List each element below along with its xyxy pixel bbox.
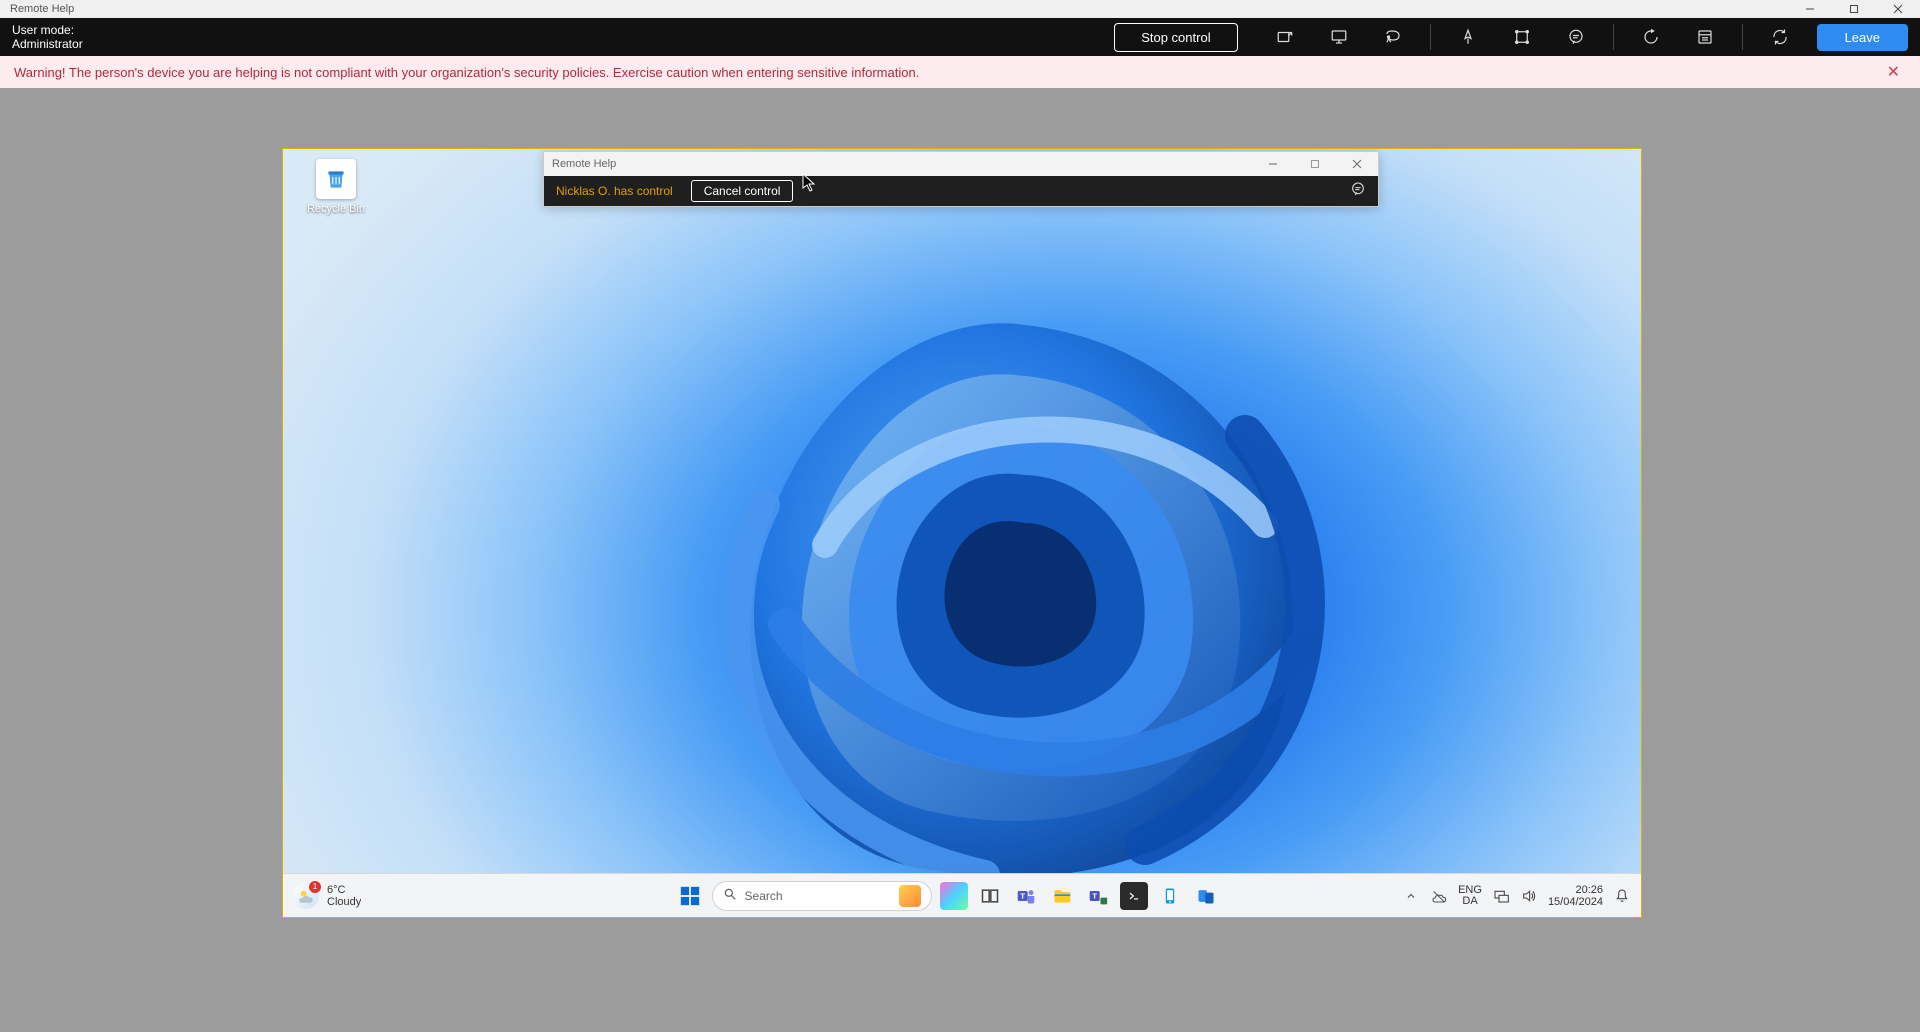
- compliance-warning-bar: Warning! The person's device you are hel…: [0, 56, 1920, 88]
- inner-minimize-button[interactable]: [1252, 152, 1294, 176]
- elevate-icon[interactable]: [1258, 22, 1312, 52]
- taskbar-app-company-portal[interactable]: [1156, 882, 1184, 910]
- fit-screen-icon[interactable]: [1495, 22, 1549, 52]
- user-mode-block: User mode: Administrator: [12, 23, 83, 51]
- user-mode-label: User mode:: [12, 23, 83, 37]
- tray-network-icon[interactable]: [1492, 887, 1510, 905]
- inner-close-button[interactable]: [1336, 152, 1378, 176]
- inner-titlebar[interactable]: Remote Help: [544, 152, 1378, 176]
- weather-widget[interactable]: 1 6°C Cloudy: [293, 883, 493, 909]
- inner-remote-help-window[interactable]: Remote Help Nicklas O. has control Cance…: [543, 151, 1379, 207]
- taskbar-app-teams-new[interactable]: T: [1084, 882, 1112, 910]
- tray-notifications-icon[interactable]: [1613, 887, 1631, 905]
- svg-text:T: T: [1020, 891, 1025, 900]
- monitor-icon[interactable]: [1312, 22, 1366, 52]
- language-top: ENG: [1458, 885, 1482, 896]
- refresh-icon[interactable]: [1753, 22, 1807, 52]
- tray-volume-icon[interactable]: [1520, 887, 1538, 905]
- inner-chat-icon[interactable]: [1350, 181, 1366, 202]
- taskbar-app-remote-help[interactable]: [1192, 882, 1220, 910]
- inner-maximize-button[interactable]: [1294, 152, 1336, 176]
- recycle-bin-label: Recycle Bin: [301, 203, 371, 215]
- remote-taskbar[interactable]: 1 6°C Cloudy Search T: [283, 873, 1641, 917]
- chat-icon[interactable]: [1549, 22, 1603, 52]
- recycle-bin-icon: [316, 159, 356, 199]
- maximize-button[interactable]: [1832, 0, 1876, 18]
- task-manager-icon[interactable]: [1678, 22, 1732, 52]
- stop-control-button[interactable]: Stop control: [1114, 23, 1237, 52]
- lasso-select-icon[interactable]: [1366, 22, 1420, 52]
- laser-pointer-icon[interactable]: [1441, 22, 1495, 52]
- app-title: Remote Help: [0, 3, 74, 15]
- control-status-text: Nicklas O. has control: [556, 184, 673, 198]
- inner-control-bar: Nicklas O. has control Cancel control: [544, 176, 1378, 206]
- app-titlebar: Remote Help: [0, 0, 1920, 18]
- user-mode-value: Administrator: [12, 37, 83, 51]
- weather-desc: Cloudy: [327, 896, 361, 908]
- taskbar-app-terminal[interactable]: [1120, 882, 1148, 910]
- restart-icon[interactable]: [1624, 22, 1678, 52]
- system-tray[interactable]: ENG DA 20:26 15/04/2024: [1402, 884, 1631, 908]
- cancel-control-button[interactable]: Cancel control: [691, 180, 794, 202]
- compliance-warning-text: Warning! The person's device you are hel…: [14, 65, 919, 80]
- weather-badge: 1: [309, 881, 321, 893]
- remote-canvas: Recycle Bin Remote Help Nicklas O. has c…: [0, 88, 1920, 1032]
- warning-close-button[interactable]: ✕: [1881, 62, 1906, 82]
- search-icon: [723, 887, 737, 904]
- language-bottom: DA: [1458, 896, 1482, 907]
- language-indicator[interactable]: ENG DA: [1458, 885, 1482, 907]
- start-button[interactable]: [676, 882, 704, 910]
- tray-onedrive-icon[interactable]: [1430, 887, 1448, 905]
- bloom-graphic: [283, 149, 1641, 917]
- inner-window-title: Remote Help: [552, 158, 616, 170]
- clock-time: 20:26: [1548, 884, 1603, 896]
- taskbar-center: Search T T: [493, 881, 1402, 911]
- remote-screen[interactable]: Recycle Bin Remote Help Nicklas O. has c…: [282, 148, 1642, 918]
- close-button[interactable]: [1876, 0, 1920, 18]
- remote-cursor-icon: [802, 173, 816, 193]
- leave-button[interactable]: Leave: [1817, 24, 1908, 51]
- taskbar-app-explorer[interactable]: [1048, 882, 1076, 910]
- search-placeholder: Search: [745, 889, 783, 903]
- main-toolbar: User mode: Administrator Stop control Le…: [0, 18, 1920, 56]
- weather-temp: 6°C: [327, 884, 361, 896]
- svg-text:T: T: [1092, 891, 1097, 900]
- recycle-bin[interactable]: Recycle Bin: [301, 159, 371, 215]
- taskbar-app-copilot[interactable]: [940, 882, 968, 910]
- clock-date: 15/04/2024: [1548, 896, 1603, 908]
- taskbar-app-teams[interactable]: T: [1012, 882, 1040, 910]
- search-highlight-icon: [899, 885, 921, 907]
- tray-chevron-up-icon[interactable]: [1402, 887, 1420, 905]
- weather-icon: 1: [293, 883, 319, 909]
- taskbar-app-taskview[interactable]: [976, 882, 1004, 910]
- minimize-button[interactable]: [1788, 0, 1832, 18]
- clock[interactable]: 20:26 15/04/2024: [1548, 884, 1603, 908]
- taskbar-search[interactable]: Search: [712, 881, 932, 911]
